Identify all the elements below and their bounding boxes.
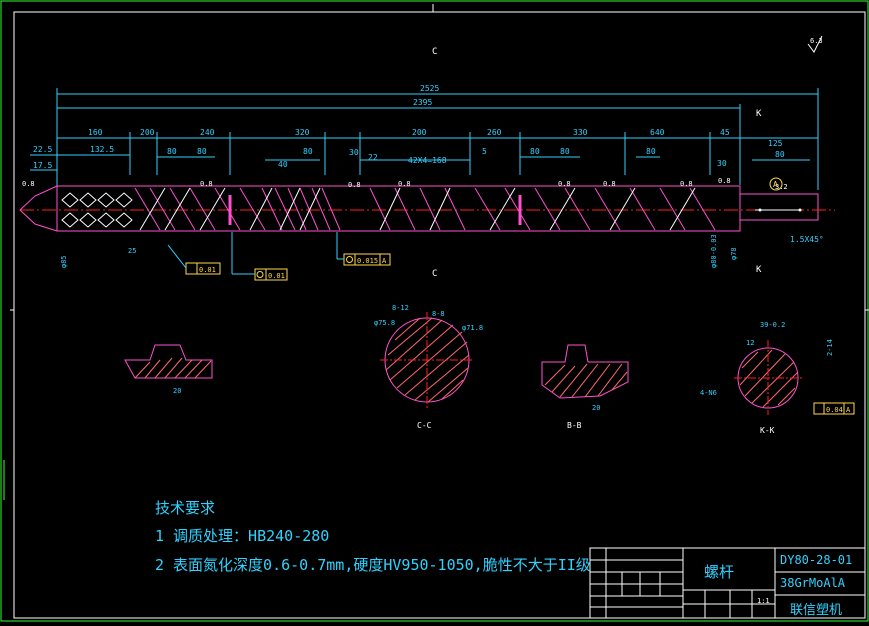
screw-tip xyxy=(19,185,58,232)
scale: 1:1 xyxy=(757,597,770,605)
tolerance-frame-1: 0.01 xyxy=(167,244,221,275)
dim-80d: 80 xyxy=(530,147,540,156)
section-cc: 8-12 8-8 φ75.8 φ71.8 C-C xyxy=(374,304,483,430)
note-line-2: 2 表面氮化深度0.6-0.7mm,硬度HV950-1050,脆性不大于II级 xyxy=(155,556,591,574)
company-name: 联信塑机 xyxy=(790,603,843,618)
svg-text:A: A xyxy=(382,257,387,265)
dim-seg-160: 160 xyxy=(88,128,103,137)
dim-40: 40 xyxy=(278,160,288,169)
svg-text:A: A xyxy=(773,180,778,189)
finish-mark-4: 0.8 xyxy=(398,180,411,188)
section-bb: 20 B-B xyxy=(541,344,629,430)
screw-flights xyxy=(134,187,716,231)
dim-seg-640: 640 xyxy=(650,128,665,137)
drawing-sheet: 6.3 2525 2395 160 200 240 320 200 260 33… xyxy=(0,0,869,622)
svg-text:φ75.8: φ75.8 xyxy=(374,319,395,327)
dim-dia-78: φ78 xyxy=(730,247,738,260)
dim-22: 22 xyxy=(368,153,378,162)
technical-requirements: 技术要求 1 调质处理：HB240-280 2 表面氮化深度0.6-0.7mm,… xyxy=(155,497,591,583)
dim-seg-260: 260 xyxy=(487,128,502,137)
dim-chamfer: 1.5X45° xyxy=(790,235,824,244)
finish-mark-6: 0.8 xyxy=(603,180,616,188)
dim-30b: 30 xyxy=(717,159,727,168)
section-mark-c-bottom: C xyxy=(432,269,437,279)
section-mark-k-top: K xyxy=(756,109,762,119)
section-cc-label: C-C xyxy=(417,421,432,430)
svg-text:39-0.2: 39-0.2 xyxy=(760,321,785,329)
finish-mark-5: 0.8 xyxy=(558,180,571,188)
dim-length-2395: 2395 xyxy=(413,98,432,107)
dim-42x4: 42X4=168 xyxy=(408,156,447,165)
screw-body xyxy=(19,185,835,232)
dim-22-5: 22.5 xyxy=(33,145,52,154)
finish-mark-7: 0.8 xyxy=(680,180,693,188)
flight-root-lines xyxy=(139,187,696,231)
svg-text:0.015: 0.015 xyxy=(357,257,378,265)
general-surface-finish-mark: 6.3 xyxy=(807,35,823,53)
svg-text:0.01: 0.01 xyxy=(199,266,216,274)
dim-seg-200a: 200 xyxy=(140,128,155,137)
section-mark-k-bottom: K xyxy=(756,265,762,275)
svg-text:0.01: 0.01 xyxy=(268,272,285,280)
svg-text:0.04: 0.04 xyxy=(826,406,843,414)
svg-text:20: 20 xyxy=(592,404,600,412)
section-mark-c-top: C xyxy=(432,47,437,57)
dim-seg-125: 125 xyxy=(768,139,783,148)
section-bb-label: B-B xyxy=(567,421,582,430)
material: 38GrMoAlA xyxy=(780,576,846,590)
dim-seg-330: 330 xyxy=(573,128,588,137)
dim-132-5: 132.5 xyxy=(90,145,114,154)
finish-mark-2: 0.8 xyxy=(200,180,213,188)
notes-title: 技术要求 xyxy=(155,499,216,517)
dim-80a: 80 xyxy=(167,147,177,156)
section-kk-label: K-K xyxy=(760,426,775,435)
tolerance-frame-3: 0.015 A xyxy=(336,232,391,266)
dim-80e: 80 xyxy=(560,147,570,156)
finish-mark-3: 0.8 xyxy=(348,181,361,189)
finish-mark-8: 0.8 xyxy=(718,177,731,185)
dim-seg-200b: 200 xyxy=(412,128,427,137)
finish-mark-1: 0.8 xyxy=(22,180,35,188)
section-kk: 39-0.2 12 2-14 4-N6 K-K 0.04 A xyxy=(700,321,855,435)
dim-80g: 80 xyxy=(775,150,785,159)
dim-25: 25 xyxy=(128,247,136,255)
dim-seg-320: 320 xyxy=(295,128,310,137)
svg-text:4-N6: 4-N6 xyxy=(700,389,717,397)
overall-dimensions xyxy=(56,88,819,190)
note-line-1: 1 调质处理：HB240-280 xyxy=(155,527,330,545)
dim-30: 30 xyxy=(349,148,359,157)
svg-text:φ71.8: φ71.8 xyxy=(462,324,483,332)
svg-text:8-8: 8-8 xyxy=(432,310,445,318)
tolerance-frame-2: 0.01 xyxy=(231,232,288,281)
svg-text:12: 12 xyxy=(746,339,754,347)
surface-finish-marks: 0.8 0.8 0.8 0.8 0.8 0.8 0.8 0.8 3.2 xyxy=(22,177,788,191)
svg-text:2-14: 2-14 xyxy=(826,339,834,356)
dim-80b: 80 xyxy=(197,147,207,156)
dim-80c: 80 xyxy=(303,147,313,156)
svg-text:20: 20 xyxy=(173,387,181,395)
flight-profile-section-1: 20 xyxy=(124,344,213,395)
dim-17-5: 17.5 xyxy=(33,161,52,170)
svg-text:A: A xyxy=(846,406,851,414)
dim-dia-85: φ85 xyxy=(60,255,68,268)
dim-seg-45: 45 xyxy=(720,128,730,137)
dim-dia-80: φ80-0.03 xyxy=(710,234,718,268)
drawing-number: DY80-28-01 xyxy=(780,553,853,567)
dim-5: 5 xyxy=(482,147,487,156)
svg-text:8-12: 8-12 xyxy=(392,304,409,312)
corner-finish-value: 6.3 xyxy=(810,37,823,45)
dim-overall-length: 2525 xyxy=(420,84,439,93)
dim-80f: 80 xyxy=(646,147,656,156)
part-name: 螺杆 xyxy=(704,563,735,581)
dim-seg-240: 240 xyxy=(200,128,215,137)
